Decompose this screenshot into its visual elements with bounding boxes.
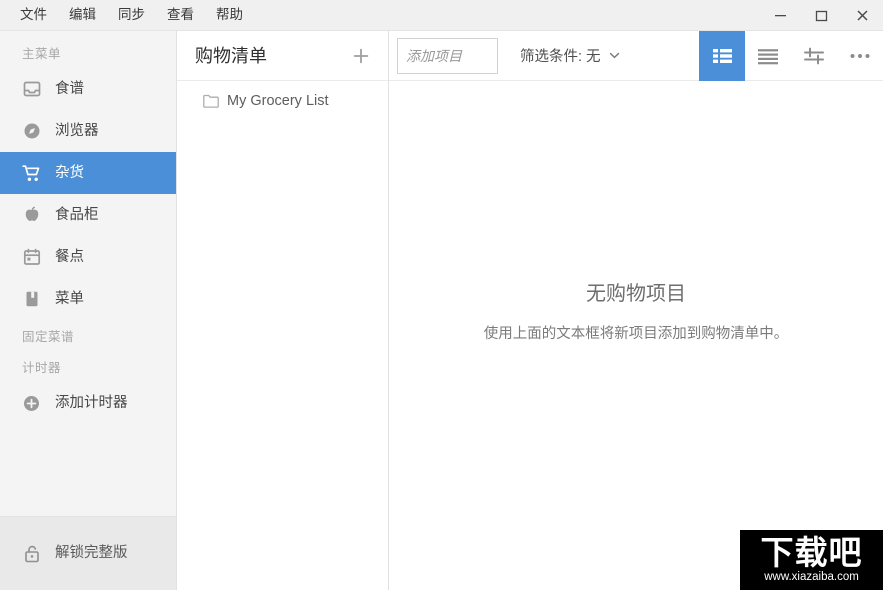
title-bar: 文件 编辑 同步 查看 帮助 [0,0,883,31]
empty-state-title: 无购物项目 [484,277,789,306]
sidebar-item-label: 餐点 [55,250,84,265]
list-view-button[interactable] [745,31,791,81]
unlock-full-version-button[interactable]: 解锁完整版 [0,516,176,590]
plus-icon [351,46,371,66]
sidebar-item-browser[interactable]: 浏览器 [0,110,176,152]
list-item[interactable]: My Grocery List [177,87,388,115]
sidebar-item-recipes[interactable]: 食谱 [0,68,176,110]
menu-bar: 文件 编辑 同步 查看 帮助 [0,4,253,26]
close-icon[interactable] [842,0,883,31]
settings-button[interactable] [791,31,837,81]
grid-view-icon [712,47,733,65]
window-body: 主菜单 食谱 浏览器 杂货 [0,31,883,590]
compass-icon [22,122,41,141]
add-list-button[interactable] [346,41,376,71]
sidebar-item-menus[interactable]: 菜单 [0,278,176,320]
list-view-icon [757,47,779,65]
sidebar-item-label: 食品柜 [55,208,99,223]
sidebar-item-label: 杂货 [55,166,84,181]
apple-icon [22,206,41,225]
minimize-icon[interactable] [760,0,801,31]
sidebar-section-pinned: 固定菜谱 [0,320,176,351]
sidebar-item-label: 食谱 [55,82,84,97]
watermark: 下载吧 www.xiazaiba.com [740,530,883,590]
watermark-text: 下载吧 [761,536,863,569]
unlock-full-version-label: 解锁完整版 [55,546,128,561]
empty-state: 无购物项目 使用上面的文本框将新项目添加到购物清单中。 [484,277,789,343]
sidebar-item-meals[interactable]: 餐点 [0,236,176,278]
grocery-lists-header: 购物清单 [177,31,388,81]
calendar-icon [22,248,41,267]
chevron-down-icon [608,49,621,62]
shopping-cart-icon [22,164,41,183]
menu-view[interactable]: 查看 [157,4,204,26]
sidebar-item-label: 添加计时器 [55,396,128,411]
plus-circle-icon [22,394,41,413]
menu-sync[interactable]: 同步 [108,4,155,26]
inbox-icon [22,80,41,99]
watermark-url: www.xiazaiba.com [764,572,859,584]
sidebar-item-label: 菜单 [55,292,84,307]
sidebar-item-label: 浏览器 [55,124,99,139]
window-controls [760,0,883,31]
sidebar: 主菜单 食谱 浏览器 杂货 [0,31,177,590]
unlock-icon [22,544,41,563]
folder-icon [203,93,219,109]
main-content: 无购物项目 使用上面的文本框将新项目添加到购物清单中。 [389,81,883,590]
sidebar-scroll: 主菜单 食谱 浏览器 杂货 [0,31,176,516]
main-toolbar: 筛选条件: 无 [389,31,883,81]
grid-view-button[interactable] [699,31,745,81]
menu-file[interactable]: 文件 [10,4,57,26]
grocery-lists-items: My Grocery List [177,81,388,590]
book-icon [22,290,41,309]
grocery-lists-pane: 购物清单 My Grocery List [177,31,389,590]
more-horizontal-icon [849,52,871,60]
toolbar-actions [699,31,883,81]
menu-edit[interactable]: 编辑 [59,4,106,26]
sidebar-section-main: 主菜单 [0,37,176,68]
sidebar-section-timers: 计时器 [0,351,176,382]
add-item-input[interactable] [397,38,498,74]
maximize-icon[interactable] [801,0,842,31]
main-pane: 筛选条件: 无 [389,31,883,590]
sidebar-item-pantry[interactable]: 食品柜 [0,194,176,236]
sliders-icon [803,46,825,66]
empty-state-subtitle: 使用上面的文本框将新项目添加到购物清单中。 [484,322,789,343]
filter-label: 筛选条件: 无 [520,45,601,66]
sidebar-item-grocery[interactable]: 杂货 [0,152,176,194]
page-title: 购物清单 [195,47,346,65]
more-button[interactable] [837,31,883,81]
application-window: 文件 编辑 同步 查看 帮助 主菜单 [0,0,883,590]
list-item-label: My Grocery List [227,93,329,109]
filter-dropdown[interactable]: 筛选条件: 无 [516,39,625,72]
menu-help[interactable]: 帮助 [206,4,253,26]
sidebar-item-add-timer[interactable]: 添加计时器 [0,382,176,424]
